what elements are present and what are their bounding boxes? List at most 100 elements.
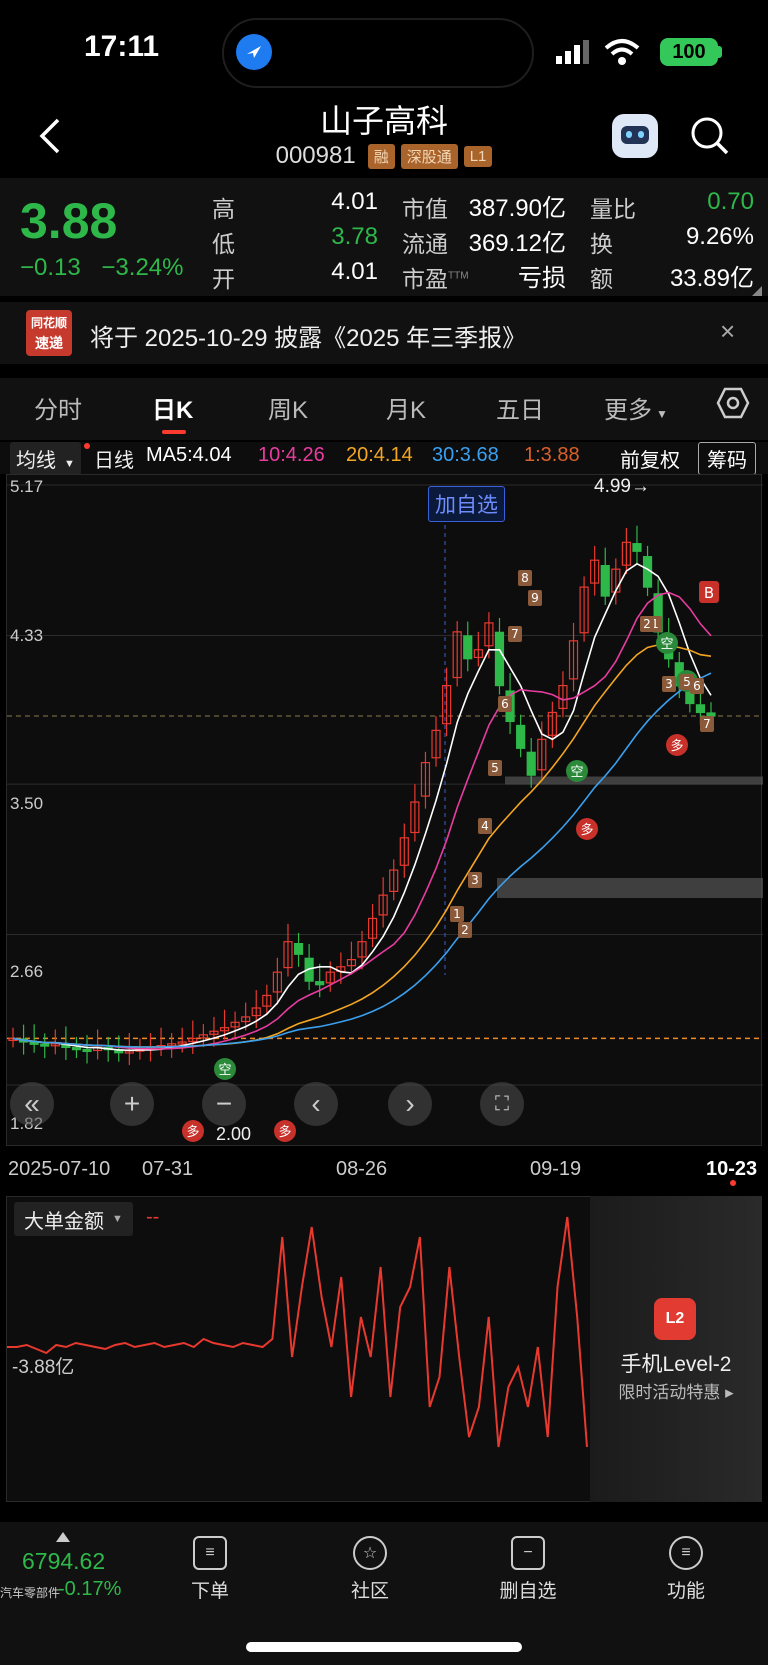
battery-tip [718,46,722,58]
long-signal-text: 多 [580,822,593,838]
tab-daily[interactable]: 日K [152,390,193,425]
candle-body [40,1043,50,1047]
prev-icon[interactable]: ‹ [294,1082,338,1126]
short-signal-text: 空 [570,765,583,780]
tab-intraday[interactable]: 分时 [34,390,82,425]
mktcap-value: 387.90亿 [468,195,566,222]
low-value: 3.78 [331,223,378,250]
kline-chart[interactable]: 空多多多空空空多B123456789123567 [6,474,763,1146]
tab-five-day[interactable]: 五日 [496,390,544,425]
adjust-button[interactable]: 前复权 [620,444,680,473]
vol-ratio-label: 量比 [590,196,636,222]
high-label: 高 [212,196,235,222]
candle-body [695,704,706,714]
sequence-tag-text: 7 [511,627,519,641]
candle-body [71,1047,82,1051]
battery-indicator: 100 [660,38,718,66]
nav-community[interactable]: ☆ 社区 [320,1536,420,1603]
candle-body [494,631,505,687]
home-indicator [246,1642,522,1652]
caret-up-icon[interactable] [56,1532,70,1542]
y-tick-2: 4.33 [10,626,44,645]
signal-icon [556,40,589,64]
expand-corner-icon[interactable] [752,286,762,296]
low-label: 低 [212,231,235,257]
float-label: 流通 [402,231,448,257]
short-signal-text: 空 [218,1063,231,1078]
chip-zone [497,877,763,898]
x-tick-2: 07-31 [142,1158,194,1180]
ma5-label: MA5:4.04 [146,444,232,466]
close-icon[interactable]: × [720,316,735,347]
fullscreen-icon[interactable]: ⛶ [480,1082,524,1126]
ma20-label: 20:4.14 [346,444,413,466]
today-dot [730,1180,736,1186]
pe-value: 亏损 [518,265,566,292]
wifi-icon [604,39,640,65]
index-value[interactable]: 6794.62 [22,1548,105,1575]
float-value: 369.12亿 [468,230,566,257]
buy-flag-text: B [704,584,714,602]
candle-body [293,942,304,955]
candle-body [315,981,325,986]
tab-more[interactable]: 更多 ▼ [604,390,668,425]
vol-ratio-value: 0.70 [707,188,754,215]
chips-button[interactable]: 筹码 [698,442,756,475]
x-tick-4: 09-19 [530,1158,582,1180]
sequence-tag-text: 9 [531,591,539,605]
candle-body [516,724,526,749]
change-percent: −3.24% [101,254,184,281]
ma10-line [12,591,712,1050]
community-star-icon: ☆ [353,1536,387,1570]
candle-body [600,564,610,597]
nav-functions[interactable]: ≡ 功能 [636,1536,736,1603]
notice-text: 将于 2025-10-29 披露《2025 年三季报》 [90,325,527,352]
next-icon[interactable]: › [388,1082,432,1126]
tab-monthly[interactable]: 月K [386,390,426,425]
turnover-label: 换 [590,231,613,257]
nav-remove-watch[interactable]: − 删自选 [478,1536,578,1603]
price-change: −0.13 −3.24% [20,254,183,282]
functions-icon: ≡ [669,1536,703,1570]
kline-svg: 空多多多空空空多B123456789123567 [7,484,763,1142]
sequence-tag-text: 7 [703,717,711,731]
ma30-label: 30:3.68 [432,444,499,466]
long-signal-text: 多 [186,1124,199,1140]
sequence-tag-text: 8 [521,571,529,585]
long-signal-text: 多 [278,1124,291,1140]
sequence-tag-text: 5 [491,761,499,775]
ma10-label: 10:4.26 [258,444,325,466]
search-icon[interactable] [690,116,730,156]
change-amount: −0.13 [20,254,81,281]
ma1-label: 1:3.88 [524,444,580,466]
y-tick-1: 5.17 [10,477,44,496]
ma30-line [12,672,712,1048]
sequence-tag-text: 4 [481,819,489,833]
sequence-tag-text: 2 [643,617,651,631]
zoom-out-icon[interactable]: − [202,1082,246,1126]
long-signal-text: 多 [670,738,683,754]
sequence-tag-text: 6 [501,697,509,711]
big-order-line [7,1216,588,1448]
rewind-icon[interactable]: « [10,1082,54,1126]
sequence-tag-text: 2 [461,923,469,937]
high-value: 4.01 [331,188,378,215]
x-tick-5: 10-23 [706,1158,758,1180]
connect-tag: 深股通 [400,143,458,169]
indicator-selector[interactable]: 大单金额 ▼ [14,1202,133,1236]
status-time: 17:11 [84,30,160,63]
candle-body [463,635,473,660]
indicator-select[interactable]: 均线 ▼ [10,442,81,475]
level-tag: L1 [463,145,493,167]
settings-hex-icon[interactable] [716,386,750,420]
ma20-line [12,644,712,1048]
assistant-robot-icon[interactable] [612,114,658,158]
x-tick-3: 08-26 [336,1158,388,1180]
amount-value: 33.89亿 [669,265,754,292]
nav-order[interactable]: ≡ 下单 [160,1536,260,1603]
current-price: 3.88 [20,193,118,249]
add-watch-marker[interactable]: 加自选 [428,486,505,522]
tab-weekly[interactable]: 周K [268,390,308,425]
zoom-in-icon[interactable]: + [110,1082,154,1126]
turnover-value: 9.26% [685,223,754,250]
